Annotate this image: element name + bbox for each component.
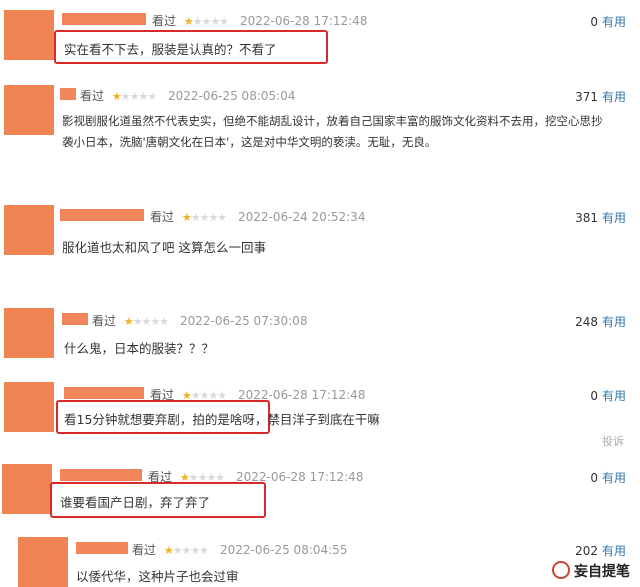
watched-label: 看过 <box>132 543 157 557</box>
vote-count: 0 有用 <box>590 13 626 30</box>
comment-meta: 看过 ★★★★★ 2022-06-28 17:12:48 <box>152 12 367 29</box>
useful-button[interactable]: 有用 <box>602 315 626 329</box>
useful-button[interactable]: 有用 <box>602 389 626 403</box>
vote-count: 248 有用 <box>575 313 626 330</box>
comment-text: 实在看不下去，服装是认真的？不看了 <box>64 42 277 57</box>
avatar[interactable] <box>4 205 54 255</box>
watermark-text: 妄自提笔 <box>574 564 630 580</box>
comment-text-line2: 袭小日本，洗脑'唐朝文化在日本'，这是对中华文明的亵渎。无耻，无良。 <box>62 135 437 149</box>
useful-button[interactable]: 有用 <box>602 15 626 29</box>
comment-text: 看15分钟就想要弃剧，拍的是啥呀，禁目洋子到底在干嘛 <box>64 412 380 427</box>
vote-number: 0 <box>590 389 598 403</box>
avatar[interactable] <box>4 382 54 432</box>
comment-item: 看过 ★★★★★ 2022-06-28 17:12:48 0 有用 实在看不下去，… <box>0 0 640 80</box>
avatar[interactable] <box>18 537 68 587</box>
comment-date: 2022-06-24 20:52:34 <box>238 210 366 224</box>
comment-text: 服化道也太和风了吧 这算怎么一回事 <box>62 240 266 255</box>
username-redacted[interactable] <box>60 469 142 481</box>
vote-count: 202 有用 <box>575 542 626 559</box>
comment-date: 2022-06-25 07:30:08 <box>180 314 308 328</box>
comment-date: 2022-06-25 08:04:55 <box>220 543 348 557</box>
username-redacted[interactable] <box>62 313 88 325</box>
useful-button[interactable]: 有用 <box>602 90 626 104</box>
watched-label: 看过 <box>80 89 105 103</box>
vote-count: 371 有用 <box>575 88 626 105</box>
watched-label: 看过 <box>92 314 117 328</box>
comment-text: 什么鬼，日本的服装？？？ <box>64 341 215 356</box>
comment-item: 看过 ★★★★★ 2022-06-25 08:05:04 371 有用 影视剧服化… <box>0 80 640 180</box>
watermark-logo-icon <box>552 561 570 579</box>
comment-text: 以倭代华，这种片子也会过审 <box>76 569 239 584</box>
vote-number: 202 <box>575 544 598 558</box>
watermark: 妄自提笔 <box>552 561 630 581</box>
comment-text: 谁要看国产日剧，弃了弃了 <box>60 495 211 510</box>
watched-label: 看过 <box>150 210 175 224</box>
comment-item: 看过 ★★★★★ 2022-06-25 07:30:08 248 有用 什么鬼，日… <box>0 300 640 370</box>
avatar[interactable] <box>4 85 54 135</box>
useful-button[interactable]: 有用 <box>602 471 626 485</box>
username-redacted[interactable] <box>60 88 76 100</box>
vote-count: 381 有用 <box>575 209 626 226</box>
comment-item: 看过 ★★★★★ 2022-06-28 17:12:48 0 有用 看15分钟就想… <box>0 378 640 458</box>
comment-item: 看过 ★★★★★ 2022-06-28 17:12:48 0 有用 谁要看国产日剧… <box>0 460 640 525</box>
vote-number: 0 <box>590 15 598 29</box>
vote-count: 0 有用 <box>590 469 626 486</box>
useful-button[interactable]: 有用 <box>602 544 626 558</box>
comment-item: 看过 ★★★★★ 2022-06-24 20:52:34 381 有用 服化道也太… <box>0 195 640 275</box>
vote-number: 371 <box>575 90 598 104</box>
comment-meta: 看过 ★★★★★ 2022-06-25 08:04:55 <box>132 541 347 558</box>
vote-count: 0 有用 <box>590 387 626 404</box>
watched-label: 看过 <box>152 14 177 28</box>
rating-stars: ★★★★★ <box>163 544 209 557</box>
rating-stars: ★★★★★ <box>111 90 157 103</box>
rating-stars: ★★★★★ <box>123 315 169 328</box>
comment-date: 2022-06-28 17:12:48 <box>240 14 368 28</box>
username-redacted[interactable] <box>76 542 128 554</box>
username-redacted[interactable] <box>62 13 146 25</box>
report-link[interactable]: 投诉 <box>602 433 624 449</box>
vote-number: 0 <box>590 471 598 485</box>
username-redacted[interactable] <box>60 209 144 221</box>
comment-item: 看过 ★★★★★ 2022-06-25 08:04:55 202 有用 以倭代华，… <box>0 532 640 587</box>
avatar[interactable] <box>4 10 54 60</box>
username-redacted[interactable] <box>64 387 144 399</box>
comment-meta: 看过 ★★★★★ 2022-06-25 07:30:08 <box>92 312 307 329</box>
rating-stars: ★★★★★ <box>183 15 229 28</box>
avatar[interactable] <box>2 464 52 514</box>
comment-date: 2022-06-25 08:05:04 <box>168 89 296 103</box>
comment-meta: 看过 ★★★★★ 2022-06-24 20:52:34 <box>150 208 365 225</box>
vote-number: 248 <box>575 315 598 329</box>
useful-button[interactable]: 有用 <box>602 211 626 225</box>
rating-stars: ★★★★★ <box>181 211 227 224</box>
vote-number: 381 <box>575 211 598 225</box>
avatar[interactable] <box>4 308 54 358</box>
comment-meta: 看过 ★★★★★ 2022-06-25 08:05:04 <box>80 87 295 104</box>
comment-text: 影视剧服化道虽然不代表史实，但绝不能胡乱设计，放着自己国家丰富的服饰文化资料不去… <box>62 114 603 128</box>
